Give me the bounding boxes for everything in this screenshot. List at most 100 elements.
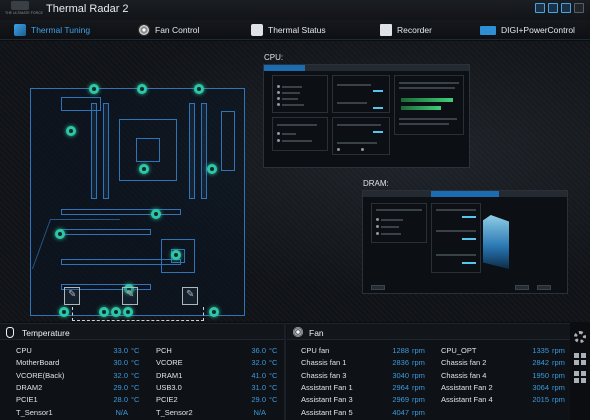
dram-subtab[interactable] (431, 191, 499, 197)
cpu-panel-label: CPU: (264, 53, 284, 62)
fan-header-icon[interactable] (64, 287, 80, 305)
temperature-reading-row: CPU 33.0 °C (16, 346, 142, 358)
sensor-point[interactable] (89, 84, 99, 94)
fan-reading-row: Assistant Fan 4 2015 rpm (441, 395, 567, 407)
cpu-power-panel (263, 64, 470, 168)
document-icon (251, 24, 263, 36)
dram-default-button[interactable] (371, 285, 385, 290)
tab-label: Recorder (397, 25, 432, 35)
close-button[interactable] (574, 3, 584, 13)
dram-power-panel (362, 190, 568, 294)
tab-digi-power-control[interactable]: DIGI+PowerControl (480, 23, 575, 37)
fan-reading-row: Assistant Fan 2 3064 rpm (441, 383, 567, 395)
fan-reading-row: CPU_OPT 1335 rpm (441, 346, 567, 358)
reading-unit: °C (131, 346, 140, 355)
reading-value: 2964 (392, 382, 409, 392)
vrm-heatsink (61, 97, 101, 111)
reading-value: N/A (115, 407, 128, 417)
sensor-point[interactable] (151, 209, 161, 219)
gear-icon[interactable] (574, 331, 586, 343)
pcie-slot (61, 209, 181, 215)
side-toolbar (570, 323, 590, 420)
settings-group (332, 117, 390, 155)
temperature-reading-row: PCH 36.0 °C (156, 346, 280, 358)
tab-label: DIGI+PowerControl (501, 25, 575, 35)
reading-value: 33.0 (113, 346, 128, 355)
dram-cancel-button[interactable] (537, 285, 551, 290)
sensor-point[interactable] (139, 164, 149, 174)
settings-group (332, 75, 390, 113)
reading-value: 2842 (532, 358, 549, 368)
fan-reading-row: Assistant Fan 5 4047 rpm (301, 408, 427, 420)
fan-header: Fan (287, 324, 570, 340)
sensor-point[interactable] (209, 307, 219, 317)
sensor-point[interactable] (171, 250, 181, 260)
reading-unit: rpm (552, 382, 565, 392)
grid-icon[interactable] (574, 371, 586, 383)
reading-unit: rpm (552, 358, 565, 368)
fan-section: Fan CPU fan 1288 rpm Chassis fan 1 2836 rpm Ch… (287, 324, 570, 420)
reading-unit: rpm (552, 395, 565, 405)
reading-unit: rpm (412, 407, 425, 417)
minimize-button[interactable] (548, 3, 558, 13)
reading-label: VCORE (156, 358, 183, 368)
reading-unit: °C (269, 382, 278, 392)
cpu-subtab[interactable] (305, 65, 346, 71)
sensor-point[interactable] (55, 229, 65, 239)
fan-reading-row: Chassis fan 4 1950 rpm (441, 371, 567, 383)
cpu-panel-tabs (264, 65, 469, 71)
reading-label: MotherBoard (16, 358, 60, 368)
dram-subtab[interactable] (363, 191, 431, 197)
cpu-subtab[interactable] (428, 65, 469, 71)
reading-value: 1950 (532, 370, 549, 380)
thermometer-icon (6, 327, 14, 338)
sensor-point[interactable] (194, 84, 204, 94)
reading-label: DRAM2 (16, 382, 43, 392)
reading-value: 28.0 (113, 395, 128, 405)
tab-label: Thermal Status (268, 25, 326, 35)
dimm-slot (91, 103, 97, 199)
fan-reading-row: Chassis fan 1 2836 rpm (301, 358, 427, 370)
title-bar: THE ULTIMATE FORCE Thermal Radar 2 (0, 0, 590, 20)
reading-label: Assistant Fan 1 (301, 382, 353, 392)
fan-header-icon[interactable] (122, 287, 138, 305)
reading-unit: °C (131, 358, 140, 368)
dram-subtab[interactable] (499, 191, 567, 197)
dram-module-graphic (483, 215, 509, 269)
sensor-point[interactable] (59, 307, 69, 317)
reading-unit: °C (269, 358, 278, 368)
reading-value: 29.0 (113, 382, 128, 392)
cpu-subtab[interactable] (264, 65, 305, 71)
grid-icon[interactable] (574, 353, 586, 365)
temperature-reading-row: T_Sensor1 N/A (16, 408, 142, 420)
maximize-button[interactable] (561, 3, 571, 13)
fan-header-icon[interactable] (182, 287, 198, 305)
fan-title: Fan (309, 328, 324, 338)
temperature-header: Temperature (0, 324, 284, 340)
motherboard-diagram (30, 84, 245, 317)
dimm-slot (189, 103, 195, 199)
tab-thermal-tuning[interactable]: Thermal Tuning (14, 23, 90, 37)
dram-apply-button[interactable] (515, 285, 529, 290)
brand-tagline: THE ULTIMATE FORCE (5, 11, 43, 15)
tab-recorder[interactable]: Recorder (380, 23, 432, 37)
cpu-subtab[interactable] (346, 65, 387, 71)
tab-label: Thermal Tuning (31, 25, 91, 35)
cpu-subtab[interactable] (387, 65, 428, 71)
reading-unit: °C (131, 382, 140, 392)
temperature-reading-row: DRAM1 41.0 °C (156, 371, 280, 383)
settings-group (272, 117, 328, 151)
reading-unit: °C (131, 395, 140, 405)
reading-label: Assistant Fan 4 (441, 395, 493, 405)
reading-value: 41.0 (251, 370, 266, 380)
tab-thermal-status[interactable]: Thermal Status (251, 23, 326, 37)
brand-emblem (11, 1, 29, 10)
sensor-point[interactable] (137, 84, 147, 94)
settings-window-button[interactable] (535, 3, 545, 13)
tab-fan-control[interactable]: Fan Control (138, 23, 199, 37)
reading-label: Chassis fan 4 (441, 370, 487, 380)
sensor-point[interactable] (66, 126, 76, 136)
temperature-reading-row: USB3.0 31.0 °C (156, 383, 280, 395)
reading-value: 32.0 (113, 370, 128, 380)
sensor-point[interactable] (207, 164, 217, 174)
